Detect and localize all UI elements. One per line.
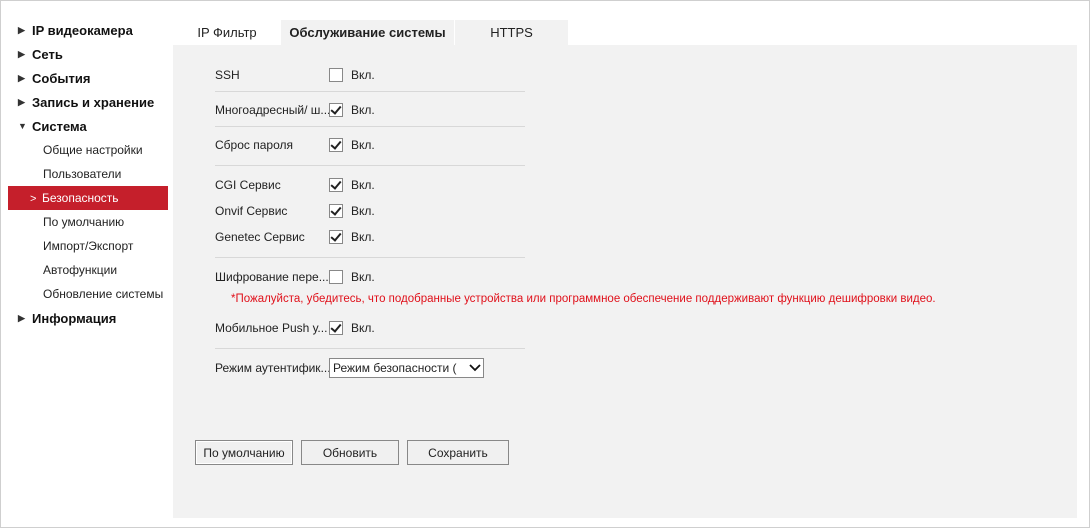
row-mobile-push: Мобильное Push у... Вкл. bbox=[215, 318, 375, 338]
tab-system-service[interactable]: Обслуживание системы bbox=[281, 20, 454, 45]
divider bbox=[215, 126, 525, 127]
sidebar: ▶ IP видеокамера ▶ Сеть ▶ События ▶ Запись и… bbox=[8, 18, 168, 330]
nav-label: Система bbox=[32, 118, 87, 134]
row-ssh: SSH Вкл. bbox=[215, 65, 375, 85]
nav-system[interactable]: ▼ Система bbox=[8, 114, 168, 138]
onvif-label: Onvif Сервис bbox=[215, 204, 288, 218]
expand-triangle-icon: ▶ bbox=[18, 24, 25, 35]
nav-label: События bbox=[32, 70, 91, 86]
checkbox-text: Вкл. bbox=[351, 230, 375, 244]
nav-events[interactable]: ▶ События bbox=[8, 66, 168, 90]
divider bbox=[215, 165, 525, 166]
content-panel: IP Фильтр Обслуживание системы HTTPS SSH… bbox=[173, 20, 1077, 518]
divider bbox=[215, 348, 525, 349]
tab-https[interactable]: HTTPS bbox=[454, 20, 568, 45]
row-onvif: Onvif Сервис Вкл. bbox=[215, 201, 375, 221]
sidebar-item-general[interactable]: Общие настройки bbox=[8, 138, 168, 162]
cgi-checkbox[interactable] bbox=[329, 178, 343, 192]
reset-password-checkbox[interactable] bbox=[329, 138, 343, 152]
mobile-push-checkbox[interactable] bbox=[329, 321, 343, 335]
tab-bar: IP Фильтр Обслуживание системы HTTPS bbox=[173, 20, 1077, 45]
divider bbox=[215, 91, 525, 92]
row-reset-password: Сброс пароля Вкл. bbox=[215, 135, 375, 155]
checkbox-text: Вкл. bbox=[351, 204, 375, 218]
sidebar-item-auto-functions[interactable]: Автофункции bbox=[8, 258, 168, 282]
nav-label: IP видеокамера bbox=[32, 22, 133, 38]
expand-triangle-icon: ▶ bbox=[18, 312, 25, 323]
sidebar-item-import-export[interactable]: Импорт/Экспорт bbox=[8, 234, 168, 258]
genetec-checkbox[interactable] bbox=[329, 230, 343, 244]
nav-information[interactable]: ▶ Информация bbox=[8, 306, 168, 330]
reset-password-label: Сброс пароля bbox=[215, 138, 293, 152]
refresh-button[interactable]: Обновить bbox=[301, 440, 399, 465]
nav-label: Запись и хранение bbox=[32, 94, 155, 110]
chevron-right-icon: > bbox=[30, 193, 37, 205]
expand-triangle-icon: ▶ bbox=[18, 48, 25, 59]
checkbox-text: Вкл. bbox=[351, 321, 375, 335]
checkbox-text: Вкл. bbox=[351, 270, 375, 284]
row-auth-mode: Режим аутентифик... Режим безопасности ( bbox=[215, 358, 484, 378]
divider bbox=[215, 257, 525, 258]
encryption-checkbox[interactable] bbox=[329, 270, 343, 284]
chevron-down-icon bbox=[467, 360, 483, 376]
expand-triangle-icon: ▶ bbox=[18, 96, 25, 107]
ssh-label: SSH bbox=[215, 68, 240, 82]
save-button[interactable]: Сохранить bbox=[407, 440, 509, 465]
tab-ip-filter[interactable]: IP Фильтр bbox=[173, 20, 281, 45]
nav-ip-camera[interactable]: ▶ IP видеокамера bbox=[8, 18, 168, 42]
encryption-warning: *Пожалуйста, убедитесь, что подобранные … bbox=[231, 293, 936, 305]
multicast-label: Многоадресный/ ш... bbox=[215, 103, 329, 117]
auth-mode-select[interactable]: Режим безопасности ( bbox=[329, 358, 484, 378]
expand-triangle-icon: ▶ bbox=[18, 72, 25, 83]
multicast-checkbox[interactable] bbox=[329, 103, 343, 117]
checkbox-text: Вкл. bbox=[351, 68, 375, 82]
row-genetec: Genetec Сервис Вкл. bbox=[215, 227, 375, 247]
collapse-triangle-icon: ▼ bbox=[18, 121, 27, 131]
nav-storage[interactable]: ▶ Запись и хранение bbox=[8, 90, 168, 114]
mobile-push-label: Мобильное Push у... bbox=[215, 321, 328, 335]
action-buttons: По умолчанию Обновить Сохранить bbox=[195, 440, 517, 465]
sidebar-item-label: Безопасность bbox=[42, 191, 119, 205]
sidebar-item-system-update[interactable]: Обновление системы bbox=[8, 282, 168, 306]
nav-label: Информация bbox=[32, 310, 117, 326]
row-encryption: Шифрование пере... Вкл. bbox=[215, 267, 375, 287]
encryption-label: Шифрование пере... bbox=[215, 270, 329, 284]
auth-mode-label: Режим аутентифик... bbox=[215, 361, 329, 375]
checkbox-text: Вкл. bbox=[351, 138, 375, 152]
genetec-label: Genetec Сервис bbox=[215, 230, 305, 244]
checkbox-text: Вкл. bbox=[351, 178, 375, 192]
sidebar-item-default[interactable]: По умолчанию bbox=[8, 210, 168, 234]
auth-mode-value: Режим безопасности ( bbox=[333, 361, 457, 375]
nav-label: Сеть bbox=[32, 46, 63, 62]
sidebar-item-security[interactable]: > Безопасность bbox=[8, 186, 168, 210]
onvif-checkbox[interactable] bbox=[329, 204, 343, 218]
row-cgi: CGI Сервис Вкл. bbox=[215, 175, 375, 195]
row-multicast: Многоадресный/ ш... Вкл. bbox=[215, 100, 375, 120]
ssh-checkbox[interactable] bbox=[329, 68, 343, 82]
sidebar-item-users[interactable]: Пользователи bbox=[8, 162, 168, 186]
default-button[interactable]: По умолчанию bbox=[195, 440, 293, 465]
cgi-label: CGI Сервис bbox=[215, 178, 281, 192]
nav-network[interactable]: ▶ Сеть bbox=[8, 42, 168, 66]
checkbox-text: Вкл. bbox=[351, 103, 375, 117]
